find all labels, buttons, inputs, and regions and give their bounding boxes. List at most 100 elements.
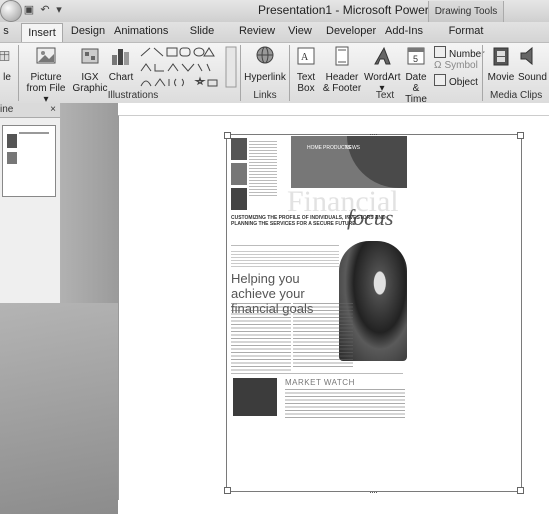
divider bbox=[231, 373, 403, 374]
sound-button[interactable]: Sound bbox=[518, 45, 549, 83]
tab-add-ins[interactable]: Add-Ins bbox=[383, 22, 425, 41]
text-box-icon: A bbox=[297, 47, 315, 65]
tab-design[interactable]: Design bbox=[68, 22, 108, 41]
body-column bbox=[293, 303, 353, 367]
header-footer-button[interactable]: Header & Footer bbox=[322, 45, 362, 94]
group-label-links: Links bbox=[253, 90, 277, 101]
header-footer-icon bbox=[335, 46, 349, 66]
calendar-icon: 5 bbox=[407, 47, 425, 65]
object-button[interactable]: Object bbox=[434, 74, 478, 89]
thumb-image bbox=[7, 134, 17, 148]
chart-label: Chart bbox=[108, 72, 134, 83]
shapes-gallery[interactable] bbox=[138, 46, 238, 88]
side-photo bbox=[231, 138, 247, 160]
table-icon bbox=[0, 51, 10, 61]
tab-review[interactable]: Review bbox=[238, 22, 276, 41]
nav-item-news: NEWS bbox=[345, 145, 360, 151]
picture-label: Picture bbox=[30, 72, 62, 83]
side-text bbox=[249, 141, 277, 196]
hyperlink-button[interactable]: Hyperlink bbox=[244, 45, 286, 83]
chart-icon bbox=[112, 49, 129, 65]
igx-graphic-icon bbox=[81, 48, 99, 64]
nav-item-home: HOME bbox=[307, 145, 322, 151]
text-box-label: Text bbox=[296, 72, 316, 83]
group-divider bbox=[289, 45, 290, 101]
thumb-image bbox=[7, 152, 17, 164]
slide-thumbnail[interactable] bbox=[2, 125, 56, 197]
group-divider bbox=[482, 45, 483, 101]
side-photo bbox=[231, 188, 247, 210]
film-icon bbox=[493, 47, 509, 66]
group-label-text: Text bbox=[375, 90, 395, 101]
undo-icon[interactable]: ↶ bbox=[38, 3, 52, 17]
igx-graphic-button[interactable]: IGX Graphic bbox=[72, 45, 108, 94]
omega-icon: Ω bbox=[434, 60, 442, 71]
picture-icon bbox=[36, 47, 56, 64]
date-label: Date bbox=[405, 72, 427, 83]
close-icon[interactable]: × bbox=[50, 103, 56, 117]
movie-label: Movie bbox=[487, 72, 515, 83]
market-watch-photo bbox=[233, 378, 277, 416]
globe-link-icon bbox=[256, 46, 274, 64]
number-label: Number bbox=[449, 49, 485, 60]
kicker-text: CUSTOMIZING THE PROFILE OF INDIVIDUALS, … bbox=[231, 215, 386, 227]
svg-text:5: 5 bbox=[413, 54, 418, 64]
tab-home[interactable]: s bbox=[0, 22, 12, 41]
resize-handle[interactable] bbox=[517, 132, 524, 139]
object-label: Object bbox=[449, 77, 478, 88]
wordart-icon bbox=[374, 46, 391, 65]
speaker-icon bbox=[520, 46, 533, 66]
window-title: Presentation1 - Microsoft PowerPoint bbox=[258, 3, 457, 17]
tab-view[interactable]: View bbox=[285, 22, 315, 41]
tab-outline[interactable]: ine × bbox=[0, 103, 60, 118]
side-photo bbox=[231, 163, 247, 185]
ribbon-tab-strip: s Insert Design Animations Slide Show Re… bbox=[0, 22, 549, 56]
resize-handle[interactable] bbox=[517, 487, 524, 494]
newsletter-page[interactable]: ···· ···· HOME PRODUCTS NEWS Financial f… bbox=[224, 130, 524, 497]
chart-button[interactable]: Chart bbox=[108, 45, 134, 83]
hyperlink-label: Hyperlink bbox=[244, 72, 286, 83]
tab-animations[interactable]: Animations bbox=[114, 22, 168, 41]
sound-label: Sound bbox=[518, 72, 547, 83]
thumb-line bbox=[19, 132, 49, 134]
table-label: le bbox=[3, 72, 11, 83]
market-watch-title: MARKET WATCH bbox=[285, 378, 355, 387]
tab-slide-show[interactable]: Slide Show bbox=[176, 22, 228, 56]
divider bbox=[231, 245, 339, 246]
object-icon bbox=[434, 74, 446, 86]
slide-number-button[interactable]: Number bbox=[434, 46, 485, 61]
office-button[interactable] bbox=[0, 0, 22, 22]
wordart-button[interactable]: WordArt ▾ bbox=[364, 45, 401, 94]
outline-tab-label: ine bbox=[0, 104, 14, 115]
symbol-button[interactable]: Ω Symbol bbox=[434, 60, 478, 72]
group-divider bbox=[240, 45, 241, 101]
tab-format[interactable]: Format bbox=[440, 22, 492, 41]
tab-insert[interactable]: Insert bbox=[21, 23, 63, 43]
wordart-label: WordArt bbox=[364, 72, 401, 83]
resize-handle-bottom[interactable]: ···· bbox=[369, 488, 378, 497]
tab-developer[interactable]: Developer bbox=[326, 22, 376, 41]
dropdown-icon[interactable]: ▾ bbox=[52, 3, 66, 17]
group-label-illustrations: Illustrations bbox=[107, 90, 159, 101]
slides-outline-panel: ine × bbox=[0, 103, 60, 303]
igx-label: IGX bbox=[81, 72, 99, 83]
text-box-button[interactable]: A Text Box bbox=[292, 45, 320, 94]
ribbon-insert: le Picture from File ▾ IGX Graphic Chart bbox=[0, 42, 549, 105]
number-icon bbox=[434, 46, 446, 58]
symbol-label: Symbol bbox=[444, 60, 478, 71]
resize-handle[interactable] bbox=[224, 132, 231, 139]
save-icon[interactable]: ▣ bbox=[22, 3, 36, 17]
body-column bbox=[231, 303, 291, 373]
group-label-media-clips: Media Clips bbox=[490, 90, 543, 101]
header-label: Header bbox=[325, 72, 359, 83]
resize-handle[interactable] bbox=[224, 487, 231, 494]
market-watch-text bbox=[285, 389, 405, 419]
table-button[interactable]: le bbox=[0, 45, 14, 83]
left-pane-lower bbox=[0, 303, 118, 514]
svg-text:A: A bbox=[301, 52, 309, 63]
group-divider bbox=[18, 45, 19, 101]
drawing-tools-context-label: Drawing Tools bbox=[428, 1, 504, 22]
movie-button[interactable]: Movie bbox=[486, 45, 516, 83]
title-bar: ▣ ↶ ▾ Presentation1 - Microsoft PowerPoi… bbox=[0, 0, 549, 23]
intro-text bbox=[231, 251, 339, 267]
